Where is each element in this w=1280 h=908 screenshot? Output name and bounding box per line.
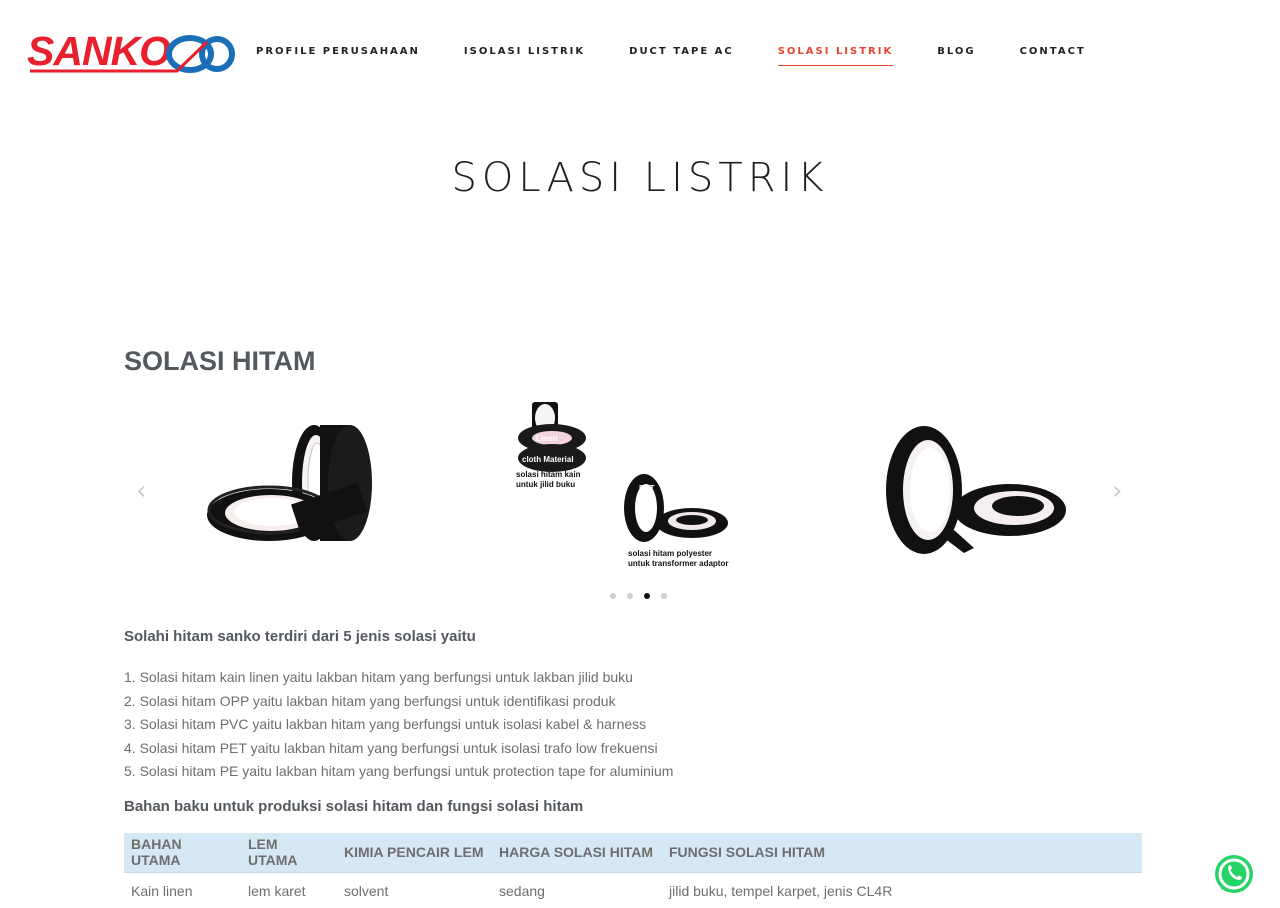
- table-cell: sedang: [499, 883, 545, 900]
- intro-heading: Solahi hitam sanko terdiri dari 5 jenis …: [124, 628, 476, 645]
- sanko-logo: SANKO: [27, 32, 235, 74]
- table-cell: solvent: [344, 883, 389, 900]
- table-cell: jilid buku, tempel karpet, jenis CL4R: [669, 883, 893, 900]
- whatsapp-icon[interactable]: [1212, 852, 1256, 896]
- slide-caption-linen: Linen: [536, 434, 557, 443]
- main-nav: PROFILE PERUSAHAAN ISOLASI LISTRIK DUCT …: [256, 46, 1130, 66]
- carousel-slide-2: Linen cloth Material solasi hitam kain u…: [516, 402, 728, 568]
- list-item: 1. Solasi hitam kain linen yaitu lakban …: [124, 669, 633, 685]
- carousel-dot-4[interactable]: [660, 593, 667, 599]
- nav-profile-perusahaan[interactable]: PROFILE PERUSAHAAN: [256, 46, 420, 66]
- table-header-cell: BAHAN UTAMA: [124, 833, 241, 873]
- nav-duct-tape-ac[interactable]: DUCT TAPE AC: [629, 46, 734, 66]
- logo-text: SANKO: [27, 32, 171, 74]
- table-header-cell: LEM UTAMA: [241, 833, 337, 873]
- carousel-pagination: [604, 593, 672, 599]
- list-item: 5. Solasi hitam PE yaitu lakban hitam ya…: [124, 763, 674, 780]
- slide-caption-pet: PET: [639, 484, 655, 493]
- list-item: 2. Solasi hitam OPP yaitu lakban hitam y…: [124, 692, 616, 709]
- table-row: Kain linen lem karet solvent sedang jili…: [124, 872, 1142, 908]
- list-item: 4. Solasi hitam PET yaitu lakban hitam y…: [124, 739, 658, 756]
- product-carousel: ‹ Linen cloth Material solasi hitam kain…: [124, 398, 1142, 610]
- section-title: SOLASI HITAM: [124, 346, 316, 376]
- slide-caption-jilid: untuk jilid buku: [516, 480, 575, 489]
- carousel-dot-2[interactable]: [626, 593, 633, 599]
- site-header: SANKO PROFILE PERUSAHAAN ISOLASI LISTRIK…: [0, 0, 1280, 106]
- nav-solasi-listrik[interactable]: SOLASI LISTRIK: [777, 46, 894, 66]
- list-item: 3. Solasi hitam PVC yaitu lakban hitam y…: [124, 716, 647, 733]
- carousel-slide-1: [207, 425, 372, 541]
- slide-caption-polyester: solasi hitam polyester: [628, 549, 712, 558]
- table-header-row: BAHAN UTAMA LEM UTAMA KIMIA PENCAIR LEM …: [124, 833, 1142, 873]
- table-header-cell: HARGA SOLASI HITAM: [492, 833, 662, 873]
- nav-contact[interactable]: CONTACT: [1020, 46, 1086, 66]
- table-cell: Kain linen: [131, 883, 193, 900]
- solasi-types-list: 1. Solasi hitam kain linen yaitu lakban …: [124, 666, 673, 784]
- page-title: SOLASI LISTRIK: [451, 155, 829, 201]
- chevron-right-icon[interactable]: ›: [1112, 476, 1122, 506]
- slide-caption-cloth: cloth Material: [522, 455, 574, 464]
- carousel-dot-3[interactable]: [643, 593, 650, 599]
- table-cell: lem karet: [248, 883, 306, 900]
- table-header-cell: KIMIA PENCAIR LEM: [337, 833, 492, 873]
- nav-isolasi-listrik[interactable]: ISOLASI LISTRIK: [464, 46, 585, 66]
- material-table: BAHAN UTAMA LEM UTAMA KIMIA PENCAIR LEM …: [124, 833, 1142, 908]
- nav-blog[interactable]: BLOG: [937, 46, 975, 66]
- table-heading: Bahan baku untuk produksi solasi hitam d…: [124, 798, 584, 815]
- slide-caption-adaptor: untuk transformer adaptor: [628, 559, 728, 568]
- carousel-slide-3: [886, 426, 1066, 554]
- table-header-cell: FUNGSI SOLASI HITAM: [662, 833, 1142, 873]
- carousel-dot-1[interactable]: [609, 593, 616, 599]
- slide-caption-kain: solasi hitam kain: [516, 470, 581, 479]
